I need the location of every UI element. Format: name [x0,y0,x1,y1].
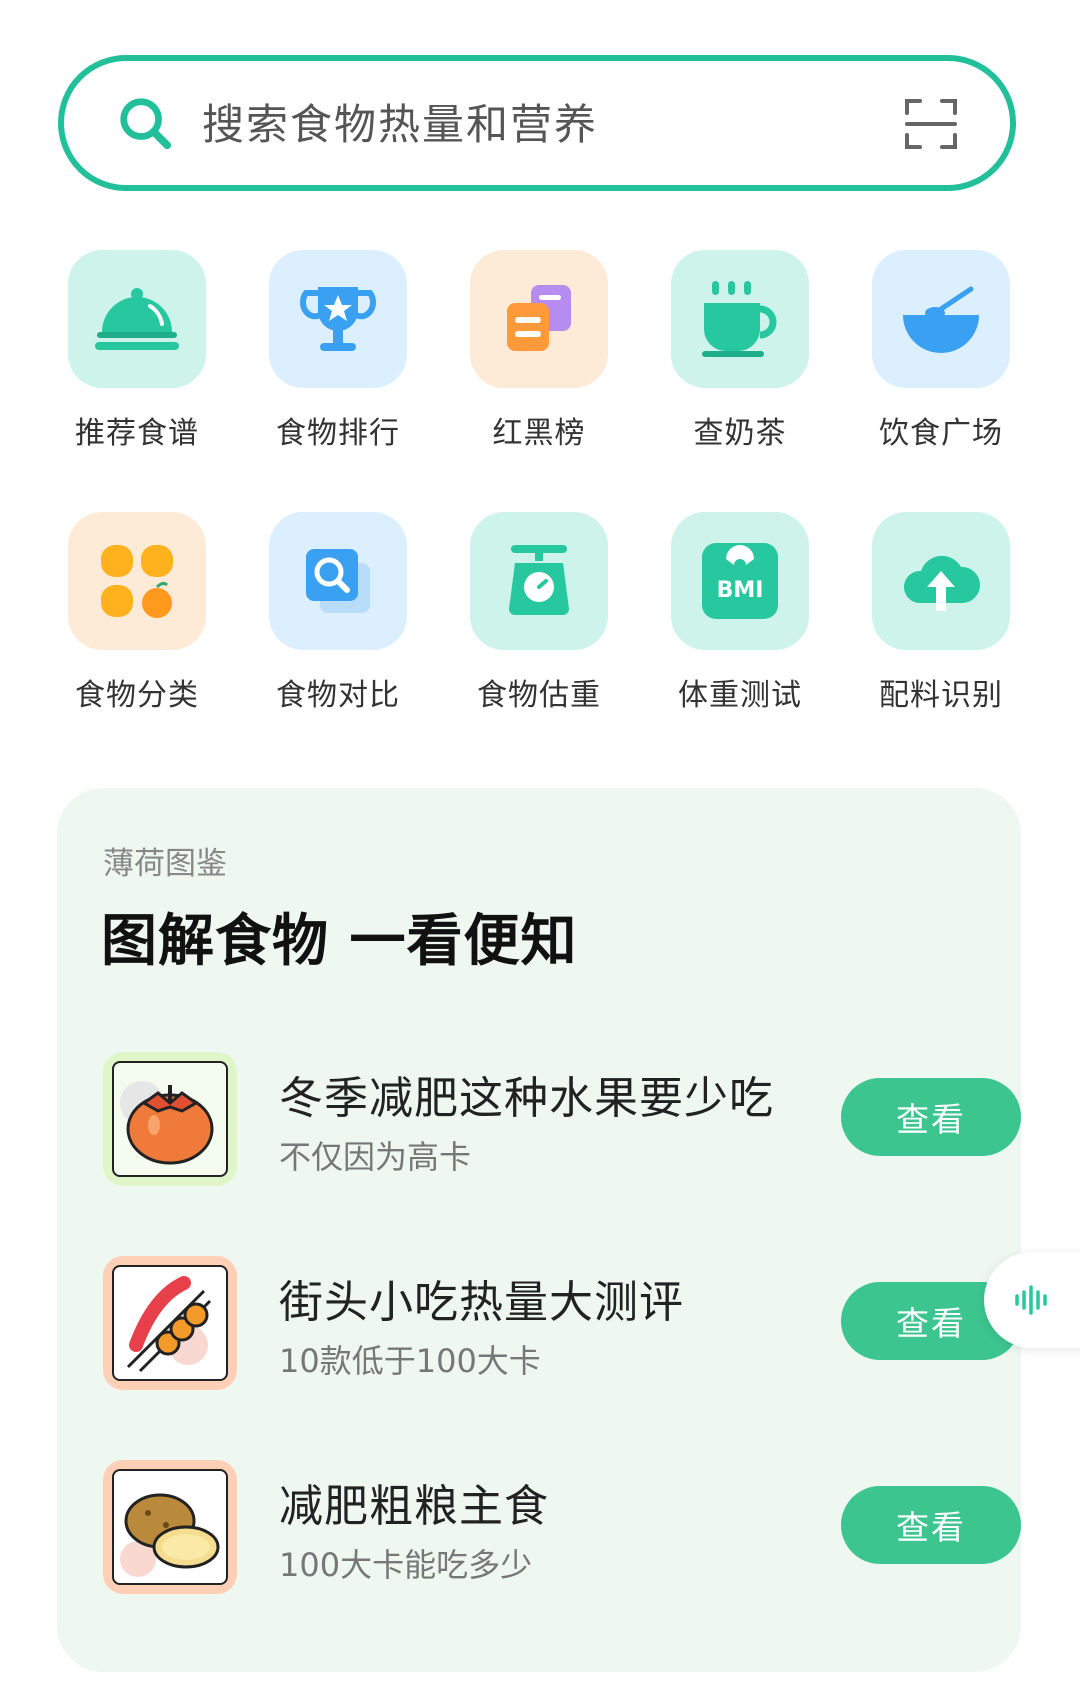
article-desc: 100大卡能吃多少 [279,1546,533,1584]
grid-item-label: 食物分类 [75,678,199,713]
potato-icon [120,1493,220,1577]
grid-icon-box [470,250,608,388]
grid-item-weight-estimate[interactable]: 食物估重 [454,512,624,714]
cup-icon [702,281,777,357]
svg-text:BMI: BMI [717,578,764,603]
grid-item-label: 饮食广场 [879,416,1003,451]
article-desc: 10款低于100大卡 [279,1342,541,1380]
grid-item-label: 食物排行 [276,416,400,451]
search-input[interactable] [200,85,824,163]
grid-icon-box [470,512,608,650]
categories-icon [101,545,173,618]
skewer-icon [126,1276,212,1373]
card-title: 图解食物 一看便知 [101,909,578,974]
article-title: 冬季减肥这种水果要少吃 [279,1073,774,1124]
grid-icon-box [269,250,407,388]
article-thumbnail [103,1256,237,1390]
bmi-scale-icon: BMI [702,543,778,619]
persimmon-icon [120,1081,214,1165]
voice-assistant-button[interactable] [984,1252,1080,1348]
grid-item-label: 红黑榜 [492,416,586,451]
search-icon [120,98,172,150]
grid-item-label: 体重测试 [678,678,802,713]
grid-item-label: 查奶茶 [693,416,787,451]
cloche-icon [95,288,179,350]
grid-icon-box [68,512,206,650]
grid-icon-box [68,250,206,388]
cards-icon [507,285,571,351]
article-title: 街头小吃热量大测评 [279,1277,684,1328]
grid-icon-box: BMI [671,512,809,650]
grid-item-label: 推荐食谱 [75,416,199,451]
grid-item-label: 配料识别 [879,678,1003,713]
grid-icon-box [269,512,407,650]
article-item[interactable]: 街头小吃热量大测评 10款低于100大卡 查看 [103,1256,1065,1406]
search-bar[interactable] [58,55,1016,191]
grid-icon-box [671,250,809,388]
scan-icon[interactable] [904,97,958,151]
article-thumbnail [103,1460,237,1594]
trophy-icon [300,287,376,351]
article-item[interactable]: 减肥粗粮主食 100大卡能吃多少 查看 [103,1460,1065,1610]
card-subtitle: 薄荷图鉴 [103,846,227,882]
grid-item-milk-tea[interactable]: 查奶茶 [655,250,825,452]
view-button[interactable]: 查看 [841,1078,1021,1156]
cloud-upload-icon [903,555,981,611]
voice-wave-icon [1015,1285,1047,1315]
grid-icon-box [872,512,1010,650]
grid-item-food-compare[interactable]: 食物对比 [253,512,423,714]
view-button[interactable]: 查看 [841,1486,1021,1564]
article-title: 减肥粗粮主食 [279,1481,549,1532]
compare-search-icon [306,549,370,613]
grid-item-weight-test[interactable]: BMI 体重测试 [655,512,825,714]
grid-item-red-black-list[interactable]: 红黑榜 [454,250,624,452]
grid-item-diet-square[interactable]: 饮食广场 [856,250,1026,452]
grid-item-ingredient-recognition[interactable]: 配料识别 [856,512,1026,714]
article-desc: 不仅因为高卡 [279,1138,472,1176]
grid-item-ranking[interactable]: 食物排行 [253,250,423,452]
grid-icon-box [872,250,1010,388]
article-item[interactable]: 冬季减肥这种水果要少吃 不仅因为高卡 查看 [103,1052,1065,1202]
grid-item-recipes[interactable]: 推荐食谱 [52,250,222,452]
food-guide-card: 薄荷图鉴 图解食物 一看便知 冬季减肥这种水果要少吃 不仅因为高卡 查看 街头小… [57,788,1021,1672]
grid-item-food-categories[interactable]: 食物分类 [52,512,222,714]
bowl-icon [903,286,979,353]
article-thumbnail [103,1052,237,1186]
grid-item-label: 食物对比 [276,678,400,713]
grid-item-label: 食物估重 [477,678,601,713]
scale-icon [509,545,569,615]
